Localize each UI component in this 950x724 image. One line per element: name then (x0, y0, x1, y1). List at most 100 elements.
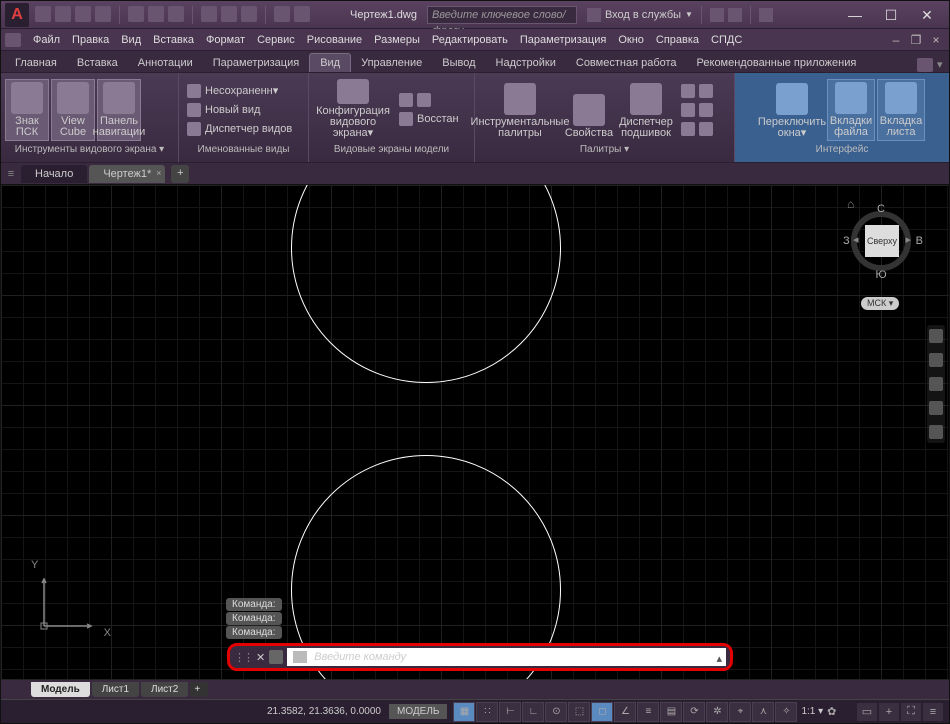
qat-icon[interactable] (274, 6, 290, 22)
menu-spds[interactable]: СПДС (705, 32, 748, 48)
arrow-left-icon[interactable]: ◂ (853, 233, 859, 246)
viewcube-button[interactable]: View Cube (51, 79, 95, 141)
menu-tools[interactable]: Сервис (251, 32, 301, 48)
grip-icon[interactable]: ⋮⋮ (234, 651, 252, 664)
viewport-config-button[interactable]: Конфигурация видового экрана▾ (313, 79, 393, 141)
file-tabs-button[interactable]: Вкладки файла (827, 79, 875, 141)
ribtab-featured[interactable]: Рекомендованные приложения (687, 54, 867, 72)
layout-tabs-button[interactable]: Вкладка листа (877, 79, 925, 141)
qat-icon[interactable] (221, 6, 237, 22)
new-view-button[interactable]: Новый вид (183, 102, 296, 118)
cycling-icon[interactable]: ⟳ (683, 702, 705, 722)
viewcube-face[interactable]: Сверху (865, 225, 899, 257)
menu-file[interactable]: Файл (27, 32, 66, 48)
command-input[interactable]: Введите команду ▴ (287, 648, 726, 666)
tab-model[interactable]: Модель (31, 682, 90, 697)
ribbon-extra-icon[interactable] (917, 58, 933, 72)
ucs-indicator[interactable]: Y X (31, 559, 111, 639)
pal-btn[interactable] (677, 102, 717, 118)
orbit-icon[interactable] (929, 401, 943, 415)
open-icon[interactable] (55, 6, 71, 22)
navigation-bar[interactable] (927, 325, 945, 443)
cleanscreen-icon[interactable]: ⛶ (901, 703, 921, 721)
menu-format[interactable]: Формат (200, 32, 251, 48)
add-layout-button[interactable]: + (190, 682, 208, 697)
minimize-button[interactable]: — (837, 2, 873, 28)
transparency-icon[interactable]: ▤ (660, 702, 682, 722)
grid-toggle-icon[interactable]: ▦ (453, 702, 475, 722)
view-manager-button[interactable]: Диспетчер видов (183, 121, 296, 137)
redo-icon[interactable] (168, 6, 184, 22)
menu-view[interactable]: Вид (115, 32, 147, 48)
doctabs-menu-icon[interactable]: ≡ (1, 168, 21, 180)
switch-windows-button[interactable]: Переключить окна▾ (759, 79, 825, 141)
restore-button[interactable]: Восстан (395, 111, 463, 127)
menu-modify[interactable]: Редактировать (426, 32, 514, 48)
wrench-icon[interactable] (269, 650, 283, 664)
saveas-icon[interactable] (95, 6, 111, 22)
navbar-button[interactable]: Панель навигации (97, 79, 141, 141)
coordinates[interactable]: 21.3582, 21.3636, 0.0000 (267, 706, 381, 717)
workspace-icon[interactable]: ▭ (857, 703, 877, 721)
monitor-icon[interactable]: + (879, 703, 899, 721)
menu-edit[interactable]: Правка (66, 32, 115, 48)
dynucs-icon[interactable]: ⌖ (729, 702, 751, 722)
zoom-icon[interactable] (929, 377, 943, 391)
compass-n[interactable]: С (877, 203, 885, 215)
ortho-icon[interactable]: ∟ (522, 702, 544, 722)
pal-btn[interactable] (677, 121, 717, 137)
filter-icon[interactable]: ⋏ (752, 702, 774, 722)
iso-icon[interactable]: ⬚ (568, 702, 590, 722)
plot-icon[interactable] (128, 6, 144, 22)
annotation-scale[interactable]: 1:1 ▾ (801, 706, 823, 717)
ribtab-output[interactable]: Вывод (432, 54, 485, 72)
home-icon[interactable]: ⌂ (847, 197, 854, 211)
menu-help[interactable]: Справка (650, 32, 705, 48)
ribtab-manage[interactable]: Управление (351, 54, 432, 72)
undo-icon[interactable] (148, 6, 164, 22)
space-toggle[interactable]: МОДЕЛЬ (389, 704, 447, 719)
ucs-icon-button[interactable]: Знак ПСК (5, 79, 49, 141)
drawing-canvas[interactable]: Y X ⌂ С Ю З В Сверху ◂ ▸ МСК ▾ Команда: … (1, 185, 949, 679)
compass-e[interactable]: В (916, 235, 923, 247)
sheetset-button[interactable]: Диспетчер подшивок (617, 79, 675, 141)
new-icon[interactable] (35, 6, 51, 22)
search-input[interactable]: Введите ключевое слово/фразу (427, 6, 577, 24)
menu-insert[interactable]: Вставка (147, 32, 200, 48)
tab-layout2[interactable]: Лист2 (141, 682, 188, 697)
unsaved-view-dropdown[interactable]: Несохраненн▾ (183, 83, 296, 99)
compass-s[interactable]: Ю (875, 269, 886, 281)
cart-icon[interactable] (728, 8, 742, 22)
qat-icon[interactable] (241, 6, 257, 22)
app-logo[interactable]: A (5, 3, 29, 27)
menu-draw[interactable]: Рисование (301, 32, 368, 48)
qat-icon[interactable] (201, 6, 217, 22)
menu-window[interactable]: Окно (612, 32, 650, 48)
close-tab-icon[interactable]: × (156, 168, 161, 178)
gizmo-icon[interactable]: ✧ (775, 702, 797, 722)
qat-dropdown-icon[interactable] (294, 6, 310, 22)
chevron-down-icon[interactable]: ▾ (937, 58, 943, 72)
menu-parametric[interactable]: Параметризация (514, 32, 612, 48)
properties-button[interactable]: Свойства (563, 79, 615, 141)
mdi-close[interactable]: × (927, 33, 945, 47)
new-tab-button[interactable]: + (171, 165, 189, 183)
polar-icon[interactable]: ⊙ (545, 702, 567, 722)
ribtab-view[interactable]: Вид (309, 53, 351, 72)
osnap-icon[interactable]: ◻ (591, 702, 613, 722)
tool-palettes-button[interactable]: Инструментальные палитры (479, 79, 561, 141)
account-area[interactable]: Вход в службы ▼ (587, 6, 773, 24)
ribtab-insert[interactable]: Вставка (67, 54, 128, 72)
command-line[interactable]: ⋮⋮ ✕ Введите команду ▴ (227, 643, 733, 671)
ribtab-home[interactable]: Главная (5, 54, 67, 72)
menu-dimension[interactable]: Размеры (368, 32, 426, 48)
view-cube[interactable]: ⌂ С Ю З В Сверху ◂ ▸ МСК ▾ (841, 197, 921, 277)
pan-icon[interactable] (929, 353, 943, 367)
ribtab-parametric[interactable]: Параметризация (203, 54, 309, 72)
customize-icon[interactable]: ≡ (923, 703, 943, 721)
maximize-button[interactable]: ☐ (873, 2, 909, 28)
panel-title[interactable]: Инструменты видового экрана ▾ (5, 144, 174, 160)
recent-commands-icon[interactable]: ▴ (716, 650, 722, 668)
mdi-restore[interactable]: ❐ (907, 33, 925, 47)
arrow-right-icon[interactable]: ▸ (905, 233, 911, 246)
